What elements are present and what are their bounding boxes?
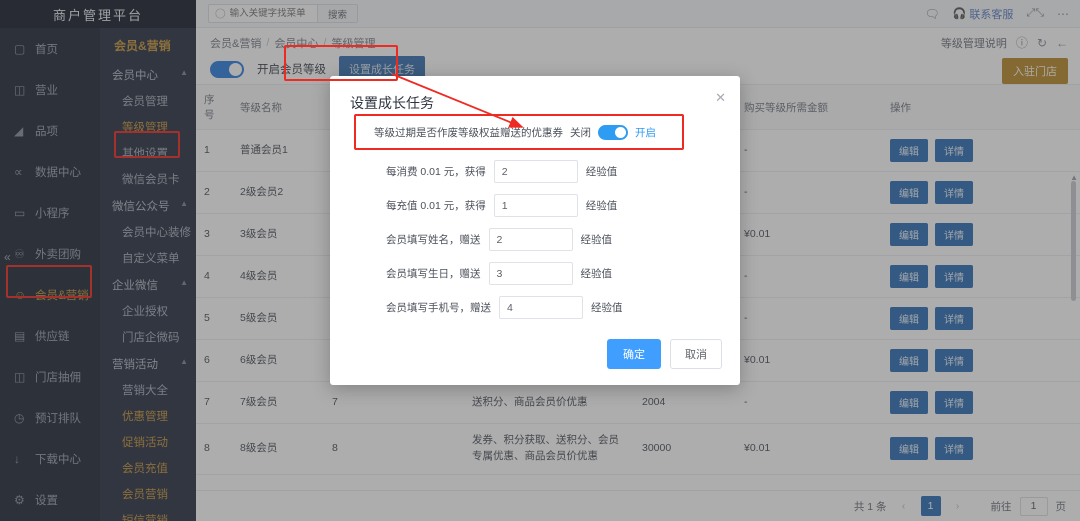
coupon-on-label: 开启 <box>635 126 656 139</box>
field-input[interactable] <box>488 228 573 251</box>
coupon-expire-toggle[interactable] <box>598 124 628 140</box>
field-input[interactable] <box>493 194 578 217</box>
field-input[interactable] <box>499 296 583 319</box>
form-row-3: 会员填写生日，赠送 经验值 <box>354 262 724 285</box>
field-unit: 经验值 <box>591 302 623 314</box>
modal-title: 设置成长任务 <box>350 95 434 111</box>
modal-footer: 确定 取消 <box>607 339 722 369</box>
close-icon[interactable]: ✕ <box>715 90 726 106</box>
field-unit: 经验值 <box>580 268 613 280</box>
field-unit: 经验值 <box>585 200 618 212</box>
field-input[interactable] <box>493 160 578 183</box>
coupon-expire-label: 等级过期是否作废等级权益赠送的优惠券 <box>374 126 563 139</box>
field-unit: 经验值 <box>585 166 618 178</box>
form-row-2: 会员填写姓名，赠送 经验值 <box>354 228 724 251</box>
coupon-expire-row: 等级过期是否作废等级权益赠送的优惠券 关闭 开启 <box>354 114 684 150</box>
toggle-knob <box>615 126 626 138</box>
form-row-1: 每充值 0.01 元，获得 经验值 <box>354 194 724 217</box>
field-input[interactable] <box>488 262 573 285</box>
field-label: 会员填写手机号，赠送 <box>386 302 491 314</box>
app-root: ▢ 首页 ◫ 营业 ◢ 品项 ∝ 数据中心 ▭ 小程序 ♾ 外卖团购 ☺ 会员&营销 ▤ 供应链 ◫ 门店抽佣 ◷ 预… <box>0 0 1080 521</box>
form-row-0: 每消费 0.01 元，获得 经验值 <box>354 160 724 183</box>
field-label: 会员填写姓名，赠送 <box>386 234 481 246</box>
field-label: 每消费 0.01 元，获得 <box>386 166 486 178</box>
field-unit: 经验值 <box>580 234 613 246</box>
growth-task-form: 每消费 0.01 元，获得经验值每充值 0.01 元，获得经验值会员填写姓名，赠… <box>354 160 724 330</box>
growth-task-modal: 设置成长任务 ✕ 等级过期是否作废等级权益赠送的优惠券 关闭 开启 每消费 0.… <box>330 76 740 385</box>
cancel-button[interactable]: 取消 <box>670 339 722 369</box>
form-row-4: 会员填写手机号，赠送 经验值 <box>354 296 724 319</box>
confirm-button[interactable]: 确定 <box>607 339 661 369</box>
field-label: 每充值 0.01 元，获得 <box>386 200 486 212</box>
field-label: 会员填写生日，赠送 <box>386 268 481 280</box>
coupon-off-label: 关闭 <box>570 126 591 139</box>
